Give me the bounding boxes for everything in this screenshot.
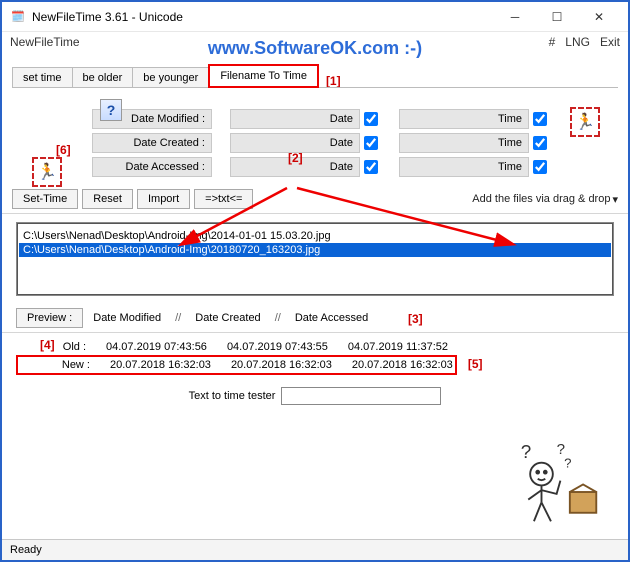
field-modified-time[interactable]: Time bbox=[399, 109, 529, 129]
tab-be-older[interactable]: be older bbox=[72, 67, 134, 88]
maximize-button[interactable]: ☐ bbox=[536, 3, 578, 31]
field-modified-date[interactable]: Date bbox=[230, 109, 360, 129]
row-date-created: Date Created : Date Time bbox=[92, 131, 618, 155]
app-icon: 🗓️ bbox=[10, 9, 26, 25]
reset-button[interactable]: Reset bbox=[82, 189, 133, 209]
preview-button[interactable]: Preview : bbox=[16, 308, 83, 328]
file-row[interactable]: C:\Users\Nenad\Desktop\Android-Img\2014-… bbox=[19, 229, 611, 243]
minimize-button[interactable]: ─ bbox=[494, 3, 536, 31]
file-row[interactable]: C:\Users\Nenad\Desktop\Android-Img\20180… bbox=[19, 243, 611, 257]
annotation-6: [6] bbox=[56, 143, 71, 157]
label-date-created: Date Created : bbox=[92, 133, 212, 153]
col-sep bbox=[171, 312, 185, 324]
label-date-accessed: Date Accessed : bbox=[92, 157, 212, 177]
tab-set-time[interactable]: set time bbox=[12, 67, 73, 88]
new-accessed: 20.07.2018 16:32:03 bbox=[352, 359, 453, 371]
confused-doodle-icon: ? ? ? bbox=[511, 441, 606, 526]
import-button[interactable]: Import bbox=[137, 189, 190, 209]
tab-be-younger[interactable]: be younger bbox=[132, 67, 209, 88]
toolbar: Set-Time Reset Import =>txt<= Add the fi… bbox=[2, 185, 628, 214]
tester-row: Text to time tester bbox=[16, 387, 614, 405]
close-button[interactable]: ✕ bbox=[578, 3, 620, 31]
field-created-time[interactable]: Time bbox=[399, 133, 529, 153]
preview-bar: Preview : Date Modified Date Created Dat… bbox=[2, 304, 628, 333]
title-bar: 🗓️ NewFileTime 3.61 - Unicode ─ ☐ ✕ bbox=[2, 2, 628, 32]
set-time-button[interactable]: Set-Time bbox=[12, 189, 78, 209]
menu-hash[interactable]: # bbox=[549, 35, 556, 49]
svg-text:?: ? bbox=[521, 442, 532, 463]
col-created: Date Created bbox=[195, 312, 260, 324]
field-created-date[interactable]: Date bbox=[230, 133, 360, 153]
chk-modified-date[interactable] bbox=[364, 112, 378, 126]
preview-new-row: New : 20.07.2018 16:32:03 20.07.2018 16:… bbox=[16, 355, 457, 375]
menu-bar: NewFileTime # LNG Exit bbox=[2, 32, 628, 52]
preview-body: Old : 04.07.2019 07:43:56 04.07.2019 07:… bbox=[2, 333, 628, 381]
menu-newfiletime[interactable]: NewFileTime bbox=[10, 35, 80, 49]
action-icon-right[interactable]: 🏃 bbox=[570, 107, 600, 137]
annotation-3: [3] bbox=[408, 312, 423, 326]
menu-exit[interactable]: Exit bbox=[600, 35, 620, 49]
chk-accessed-time[interactable] bbox=[533, 160, 547, 174]
col-modified: Date Modified bbox=[93, 312, 161, 324]
annotation-2: [2] bbox=[288, 151, 303, 165]
chk-created-date[interactable] bbox=[364, 136, 378, 150]
old-modified: 04.07.2019 07:43:56 bbox=[106, 341, 207, 353]
tab-filename-to-time[interactable]: Filename To Time bbox=[208, 64, 319, 88]
annotation-1: [1] bbox=[326, 74, 341, 88]
txt-button[interactable]: =>txt<= bbox=[194, 189, 253, 209]
tab-strip: set time be older be younger Filename To… bbox=[12, 64, 618, 88]
new-modified: 20.07.2018 16:32:03 bbox=[110, 359, 211, 371]
help-icon[interactable]: ? bbox=[100, 99, 122, 121]
form-area: ? Date Modified : Date Time Date Created… bbox=[12, 99, 618, 185]
new-label: New : bbox=[20, 359, 90, 371]
status-text: Ready bbox=[10, 544, 42, 556]
old-accessed: 04.07.2019 11:37:52 bbox=[348, 341, 448, 353]
old-created: 04.07.2019 07:43:55 bbox=[227, 341, 328, 353]
tester-input[interactable] bbox=[281, 387, 441, 405]
annotation-5: [5] bbox=[468, 357, 483, 371]
action-icon-left[interactable]: 🏃 bbox=[32, 157, 62, 187]
row-date-accessed: Date Accessed : Date Time bbox=[92, 155, 618, 179]
chk-created-time[interactable] bbox=[533, 136, 547, 150]
file-list[interactable]: C:\Users\Nenad\Desktop\Android-Img\2014-… bbox=[16, 222, 614, 296]
field-accessed-time[interactable]: Time bbox=[399, 157, 529, 177]
svg-text:?: ? bbox=[564, 455, 571, 470]
row-date-modified: Date Modified : Date Time bbox=[92, 107, 618, 131]
status-bar: Ready bbox=[2, 539, 628, 560]
menu-lng[interactable]: LNG bbox=[565, 35, 590, 49]
chk-modified-time[interactable] bbox=[533, 112, 547, 126]
tester-label: Text to time tester bbox=[189, 390, 276, 402]
window-title: NewFileTime 3.61 - Unicode bbox=[32, 10, 183, 24]
col-sep bbox=[271, 312, 285, 324]
drag-hint[interactable]: Add the files via drag & drop ▾ bbox=[472, 193, 618, 206]
col-accessed: Date Accessed bbox=[295, 312, 368, 324]
preview-old-row: Old : 04.07.2019 07:43:56 04.07.2019 07:… bbox=[16, 339, 614, 355]
chk-accessed-date[interactable] bbox=[364, 160, 378, 174]
new-created: 20.07.2018 16:32:03 bbox=[231, 359, 332, 371]
annotation-4: [4] bbox=[40, 338, 55, 352]
chevron-down-icon: ▾ bbox=[612, 193, 618, 206]
